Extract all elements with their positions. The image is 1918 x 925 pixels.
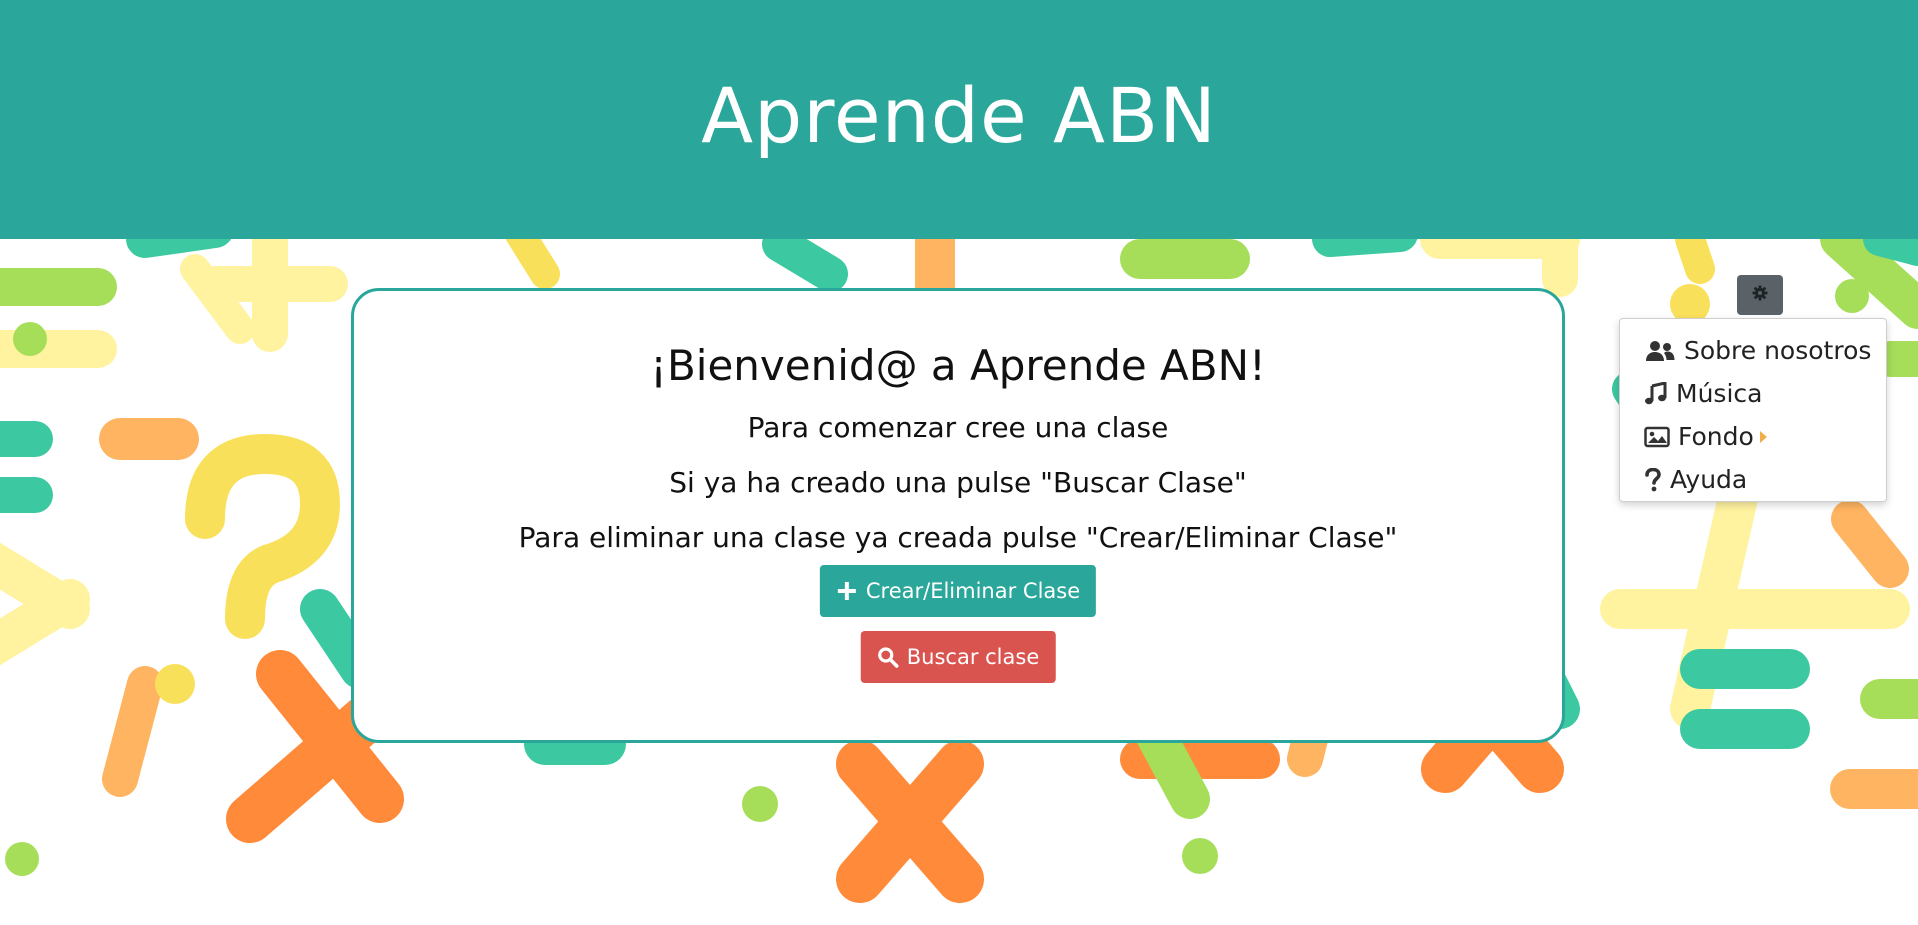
welcome-card: ¡Bienvenid@ a Aprende ABN! Para comenzar… (351, 288, 1565, 743)
menu-item-background[interactable]: Fondo (1620, 415, 1886, 458)
menu-item-music[interactable]: Música (1620, 372, 1886, 415)
search-class-button[interactable]: Buscar clase (860, 631, 1056, 683)
menu-item-help[interactable]: Ayuda (1620, 458, 1886, 501)
question-icon (1644, 467, 1662, 492)
search-class-label: Buscar clase (906, 645, 1040, 669)
app-header: Aprende ABN (0, 0, 1918, 239)
music-icon (1644, 381, 1668, 406)
create-delete-class-label: Crear/Eliminar Clase (865, 579, 1081, 603)
menu-item-music-label: Música (1676, 379, 1763, 408)
plus-icon (836, 580, 858, 602)
menu-item-about-label: Sobre nosotros (1684, 336, 1872, 365)
menu-item-about[interactable]: Sobre nosotros (1620, 329, 1886, 372)
welcome-line-create: Para comenzar cree una clase (747, 411, 1169, 444)
create-delete-class-button[interactable]: Crear/Eliminar Clase (819, 565, 1097, 617)
menu-item-help-label: Ayuda (1670, 465, 1748, 494)
menu-item-background-label: Fondo (1678, 422, 1754, 451)
gear-icon (1752, 285, 1768, 305)
search-icon (877, 646, 899, 668)
welcome-line-delete: Para eliminar una clase ya creada pulse … (518, 521, 1398, 554)
settings-button[interactable] (1737, 275, 1783, 315)
settings-dropdown-menu: Sobre nosotros Música Fondo Ayuda (1619, 318, 1887, 502)
welcome-heading: ¡Bienvenid@ a Aprende ABN! (650, 341, 1266, 390)
app-title: Aprende ABN (701, 71, 1217, 160)
image-icon (1644, 426, 1670, 448)
welcome-line-search: Si ya ha creado una pulse "Buscar Clase" (669, 466, 1247, 499)
submenu-caret-icon (1759, 430, 1767, 443)
users-icon (1644, 339, 1676, 363)
